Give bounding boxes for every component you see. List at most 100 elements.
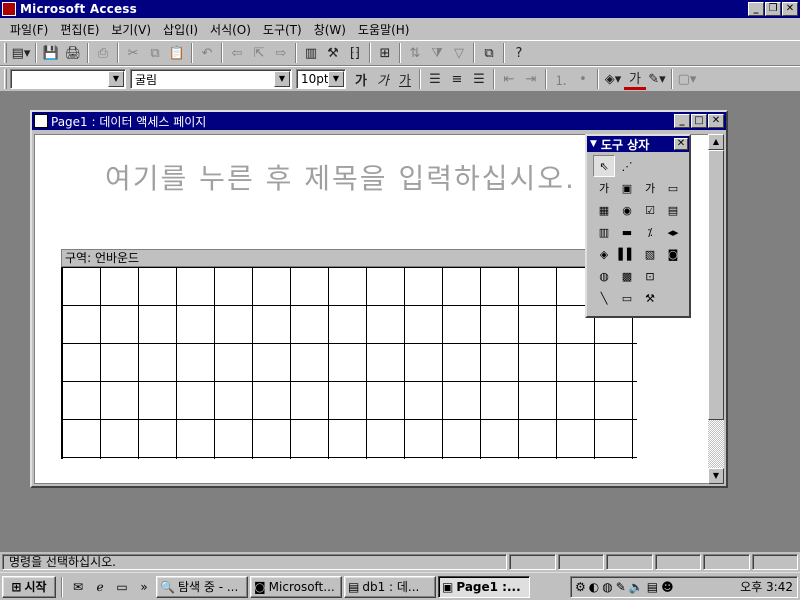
menu-insert[interactable]: 삽입(I): [157, 19, 204, 40]
cut-icon[interactable]: ✂: [122, 42, 144, 64]
menu-tools[interactable]: 도구(T): [257, 19, 308, 40]
start-button[interactable]: ⊞ 시작: [2, 575, 56, 598]
expand-icon[interactable]: ⁒: [639, 221, 661, 243]
properties-icon[interactable]: ⊞: [374, 42, 396, 64]
image-icon[interactable]: ⊡: [639, 265, 661, 287]
toolbox-menu-icon[interactable]: ▼: [590, 139, 597, 149]
checkbox-icon[interactable]: ☑: [639, 199, 661, 221]
section-grid[interactable]: [61, 267, 637, 459]
pointer-icon[interactable]: ⇖: [593, 155, 615, 177]
font-size-combo[interactable]: 10pt ▼: [296, 69, 346, 89]
line-color-icon[interactable]: ✎▾: [646, 68, 668, 90]
label-icon[interactable]: 가: [593, 177, 615, 199]
bold-button[interactable]: 가: [350, 68, 372, 90]
field-list-icon[interactable]: ▥: [300, 42, 322, 64]
listbox-icon[interactable]: ▤: [662, 199, 684, 221]
tray-icon[interactable]: ☻: [661, 580, 674, 594]
group-icon[interactable]: ⇱: [248, 42, 270, 64]
record-nav-icon[interactable]: ◂▸: [662, 221, 684, 243]
textbox-icon[interactable]: 가: [639, 177, 661, 199]
promote-icon[interactable]: ⇦: [226, 42, 248, 64]
style-combo[interactable]: ▼: [10, 69, 126, 89]
menu-format[interactable]: 서식(O): [204, 19, 257, 40]
minimize-button[interactable]: _: [748, 2, 764, 16]
button-icon[interactable]: ▬: [616, 221, 638, 243]
italic-button[interactable]: 가: [372, 68, 394, 90]
web-preview-icon[interactable]: 🖨: [62, 42, 84, 64]
menu-help[interactable]: 도움말(H): [352, 19, 416, 40]
undo-icon[interactable]: ↶: [196, 42, 218, 64]
movie-icon[interactable]: ▩: [616, 265, 638, 287]
dropdown-icon[interactable]: ▥: [593, 221, 615, 243]
volume-icon[interactable]: 🔈: [629, 580, 644, 594]
copy-icon[interactable]: ⧉: [144, 42, 166, 64]
page-document-icon[interactable]: [34, 114, 48, 128]
database-window-icon[interactable]: ⧉: [478, 42, 500, 64]
quicklaunch-desktop-icon[interactable]: ▭: [112, 577, 132, 597]
clock[interactable]: 오후 3:42: [740, 578, 793, 595]
menu-view[interactable]: 보기(V): [105, 19, 157, 40]
filter-selection-icon[interactable]: ⧩: [426, 42, 448, 64]
border-icon[interactable]: ▢▾: [676, 68, 698, 90]
close-button[interactable]: ✕: [782, 2, 798, 16]
child-maximize-button[interactable]: □: [691, 114, 707, 128]
scroll-up-icon[interactable]: ▲: [708, 134, 724, 150]
wand-icon[interactable]: ⋰: [616, 155, 638, 177]
bound-span-icon[interactable]: ▣: [616, 177, 638, 199]
chevron-down-icon[interactable]: ▼: [274, 71, 290, 87]
tray-icon[interactable]: ✎: [616, 580, 626, 594]
indent-icon[interactable]: ⇥: [520, 68, 542, 90]
help-icon[interactable]: ?: [508, 42, 530, 64]
pivot-table-icon[interactable]: ▧: [639, 243, 661, 265]
scroll-thumb[interactable]: [708, 150, 724, 420]
quicklaunch-more-icon[interactable]: »: [134, 577, 154, 597]
align-right-icon[interactable]: ☰: [468, 68, 490, 90]
toolbar-grip[interactable]: [4, 43, 7, 63]
office-spreadsheet-icon[interactable]: ▌▌: [616, 243, 638, 265]
sorting-grouping-icon[interactable]: ⁅⁆: [344, 42, 366, 64]
command-button-icon[interactable]: ▭: [662, 177, 684, 199]
chevron-down-icon[interactable]: ▼: [108, 71, 124, 87]
toolbar-grip[interactable]: [4, 69, 7, 89]
task-page1[interactable]: ▣ Page1 :...: [438, 575, 530, 598]
print-icon[interactable]: ⎙: [92, 42, 114, 64]
access-app-icon[interactable]: [2, 2, 16, 16]
task-access[interactable]: ◙ Microsoft...: [250, 575, 342, 598]
child-minimize-button[interactable]: _: [674, 114, 690, 128]
view-icon[interactable]: ▤▾: [10, 42, 32, 64]
line-icon[interactable]: ╲: [593, 287, 615, 309]
image-hyperlink-icon[interactable]: ◍: [593, 265, 615, 287]
menu-file[interactable]: 파일(F): [4, 19, 54, 40]
bullets-icon[interactable]: •: [572, 68, 594, 90]
rectangle-icon[interactable]: ▭: [616, 287, 638, 309]
title-placeholder[interactable]: 여기를 누른 후 제목을 입력하십시오.: [105, 157, 576, 197]
align-left-icon[interactable]: ☰: [424, 68, 446, 90]
quicklaunch-ie-icon[interactable]: ℯ: [90, 577, 110, 597]
scroll-down-icon[interactable]: ▼: [708, 468, 724, 484]
menu-window[interactable]: 창(W): [308, 19, 352, 40]
demote-icon[interactable]: ⇨: [270, 42, 292, 64]
font-combo[interactable]: 굴림 ▼: [130, 69, 292, 89]
task-explorer[interactable]: 🔍 탐색 중 - ...: [156, 575, 248, 598]
filter-icon[interactable]: ▽: [448, 42, 470, 64]
unbound-section[interactable]: 구역: 언바운드: [61, 249, 637, 459]
menu-edit[interactable]: 편집(E): [54, 19, 105, 40]
paste-icon[interactable]: 📋: [166, 42, 188, 64]
scrolling-text-icon[interactable]: ▦: [593, 199, 615, 221]
underline-button[interactable]: 가: [394, 68, 416, 90]
vertical-scrollbar[interactable]: ▲ ▼: [708, 134, 724, 484]
tray-icon[interactable]: ▤: [647, 580, 658, 594]
child-close-button[interactable]: ✕: [708, 114, 724, 128]
tray-icon[interactable]: ⚙: [575, 580, 586, 594]
chevron-down-icon[interactable]: ▼: [328, 71, 344, 87]
tray-icon[interactable]: ◐: [589, 580, 599, 594]
outdent-icon[interactable]: ⇤: [498, 68, 520, 90]
save-icon[interactable]: 💾: [40, 42, 62, 64]
toolbox-titlebar[interactable]: ▼ 도구 상자 ✕: [587, 136, 689, 152]
section-header[interactable]: 구역: 언바운드: [61, 249, 637, 267]
fill-color-icon[interactable]: ◈▾: [602, 68, 624, 90]
option-button-icon[interactable]: ◉: [616, 199, 638, 221]
restore-button[interactable]: ❐: [765, 2, 781, 16]
font-color-button[interactable]: 가: [624, 68, 646, 90]
office-chart-icon[interactable]: ◈: [593, 243, 615, 265]
